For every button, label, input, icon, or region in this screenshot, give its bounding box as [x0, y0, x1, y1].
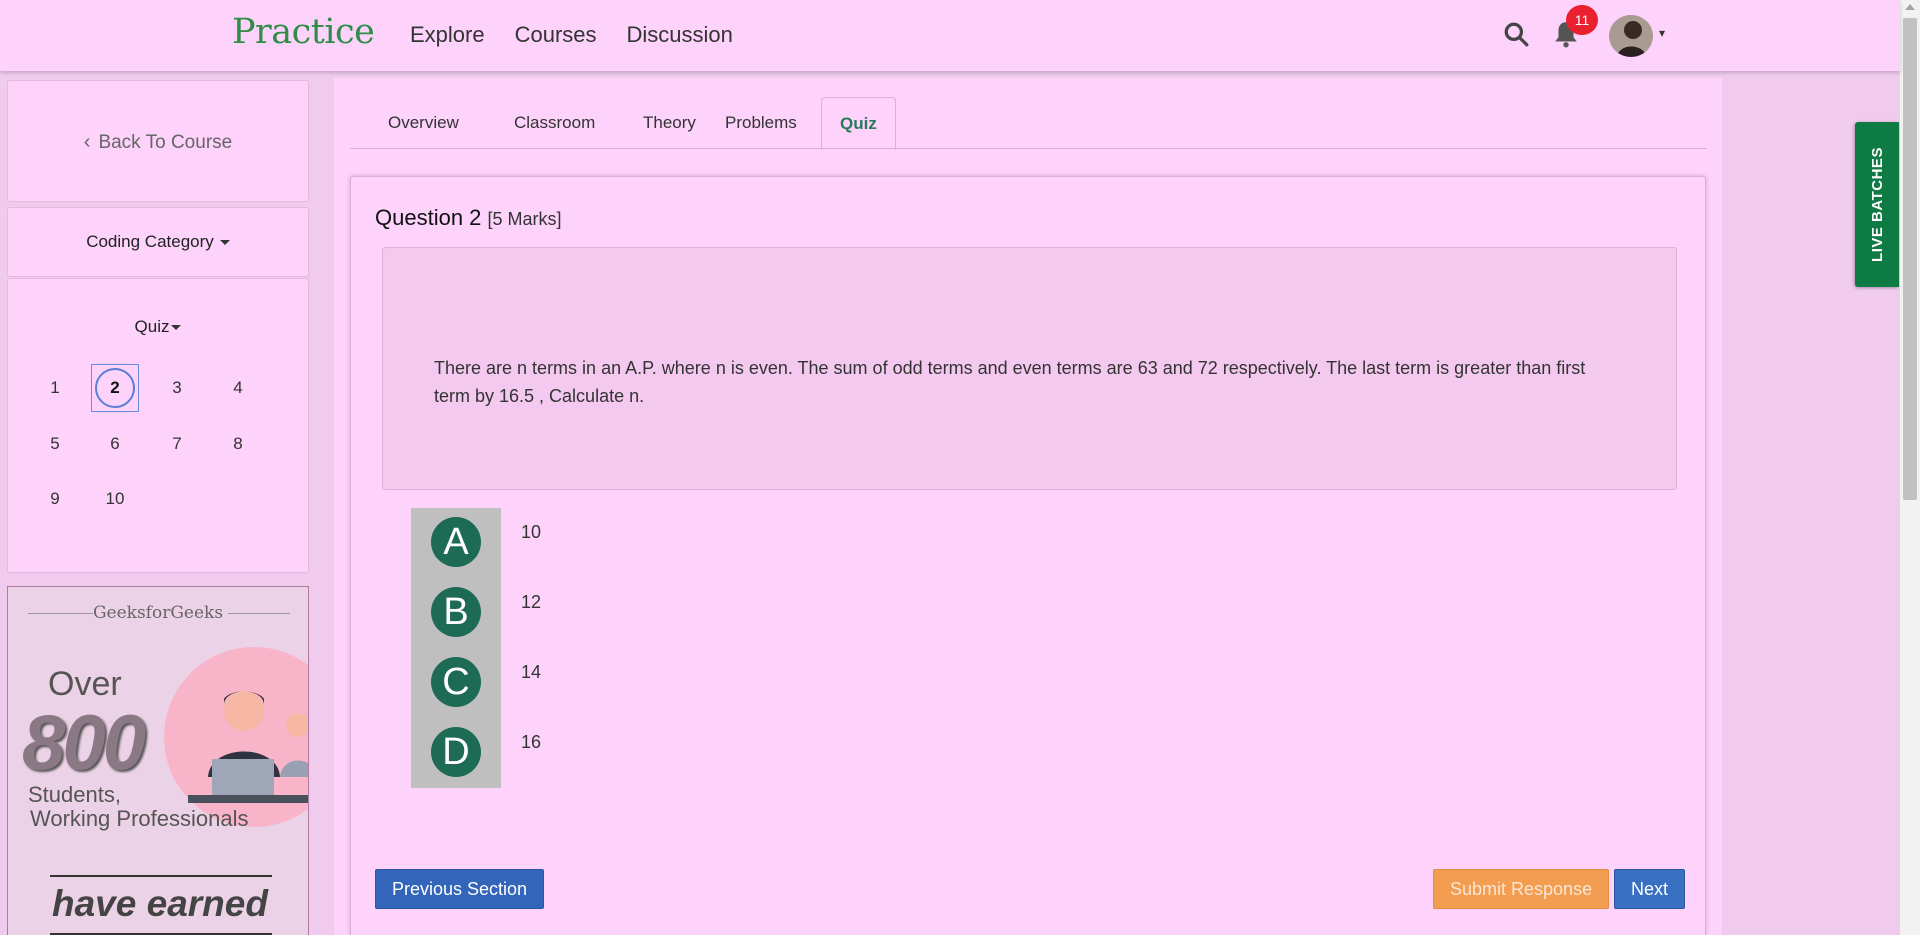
question-box: There are n terms in an A.P. where n is …: [382, 247, 1677, 490]
question-number[interactable]: 8: [215, 421, 261, 467]
option-b-text[interactable]: 12: [521, 592, 541, 613]
search-icon[interactable]: [1503, 21, 1529, 47]
question-number-title: Question 2: [375, 205, 482, 230]
option-a-text[interactable]: 10: [521, 522, 541, 543]
tab-problems[interactable]: Problems: [707, 97, 815, 149]
scrollbar-thumb[interactable]: [1903, 18, 1917, 500]
promo-students-line2: Working Professionals: [30, 806, 249, 831]
main-nav: Explore Courses Discussion: [410, 22, 763, 48]
course-tabs: Overview Classroom Theory Problems Quiz: [350, 97, 1707, 150]
question-text: There are n terms in an A.P. where n is …: [434, 358, 1586, 406]
tab-quiz[interactable]: Quiz: [821, 97, 896, 150]
live-batches-tab[interactable]: LIVE BATCHES: [1855, 122, 1899, 287]
question-number-current[interactable]: 2: [91, 364, 139, 412]
question-number[interactable]: 10: [92, 476, 138, 522]
option-d-text[interactable]: 16: [521, 732, 541, 753]
main-content: Overview Classroom Theory Problems Quiz …: [334, 78, 1722, 935]
question-title: Question 2 [5 Marks]: [375, 205, 562, 231]
tab-overview[interactable]: Overview: [370, 97, 477, 149]
tab-classroom[interactable]: Classroom: [496, 97, 613, 149]
tab-theory[interactable]: Theory: [625, 97, 714, 149]
scroll-up-icon[interactable]: [1905, 4, 1915, 10]
promo-students: Students, Working Professionals: [28, 783, 248, 831]
nav-discussion[interactable]: Discussion: [627, 22, 733, 48]
question-marks: [5 Marks]: [487, 209, 562, 229]
previous-section-button[interactable]: Previous Section: [375, 869, 545, 909]
back-to-course-link[interactable]: ‹ Back To Course: [8, 131, 308, 154]
promo-students-line1: Students,: [28, 782, 121, 807]
practice-logo[interactable]: Practice: [232, 12, 375, 52]
top-navbar: Practice Explore Courses Discussion 11 ▾: [0, 0, 1900, 71]
avatar-image: [1609, 15, 1653, 57]
submit-response-button[interactable]: Submit Response: [1433, 869, 1610, 909]
option-b-button[interactable]: B: [431, 587, 481, 637]
coding-category-dropdown[interactable]: Coding Category: [8, 232, 308, 252]
next-button[interactable]: Next: [1614, 869, 1686, 909]
option-a-button[interactable]: A: [431, 517, 481, 567]
coding-category-label: Coding Category: [86, 232, 214, 251]
question-number[interactable]: 9: [32, 476, 78, 522]
quiz-dropdown-label: Quiz: [134, 317, 170, 336]
promo-earned: have earned: [52, 883, 268, 924]
live-batches-label: LIVE BATCHES: [1868, 147, 1886, 262]
promo-brand: GeeksforGeeks: [92, 603, 224, 623]
caret-down-icon: [219, 240, 230, 246]
caret-down-icon: [171, 325, 182, 331]
promo-number: 800: [22, 698, 146, 786]
notification-badge[interactable]: 11: [1566, 5, 1598, 35]
quiz-nav-card: Quiz 1 2 3 4 5 6 7 8 9 10: [7, 278, 309, 573]
promo-banner[interactable]: GeeksforGeeks Over 800 Students, Working…: [7, 586, 309, 935]
chevron-left-icon: ‹: [83, 131, 91, 153]
option-c-button[interactable]: C: [431, 657, 481, 707]
divider: [50, 875, 272, 877]
profile-dropdown-icon[interactable]: ▾: [1659, 26, 1665, 40]
options-column: A B C D: [411, 508, 501, 788]
question-number[interactable]: 7: [154, 421, 200, 467]
question-number[interactable]: 1: [32, 365, 78, 411]
quiz-dropdown[interactable]: Quiz: [8, 317, 308, 337]
option-c-text[interactable]: 14: [521, 662, 541, 683]
option-d-button[interactable]: D: [431, 727, 481, 777]
question-number[interactable]: 3: [154, 365, 200, 411]
current-question-ring: 2: [95, 368, 135, 408]
question-number[interactable]: 5: [32, 421, 78, 467]
back-to-course-label: Back To Course: [98, 132, 233, 153]
nav-explore[interactable]: Explore: [410, 22, 485, 48]
question-panel: Question 2 [5 Marks] There are n terms i…: [350, 176, 1706, 935]
question-number[interactable]: 6: [92, 421, 138, 467]
avatar[interactable]: [1609, 15, 1653, 57]
back-card: ‹ Back To Course: [7, 80, 309, 202]
nav-courses[interactable]: Courses: [515, 22, 597, 48]
category-card: Coding Category: [7, 207, 309, 277]
question-number[interactable]: 4: [215, 365, 261, 411]
